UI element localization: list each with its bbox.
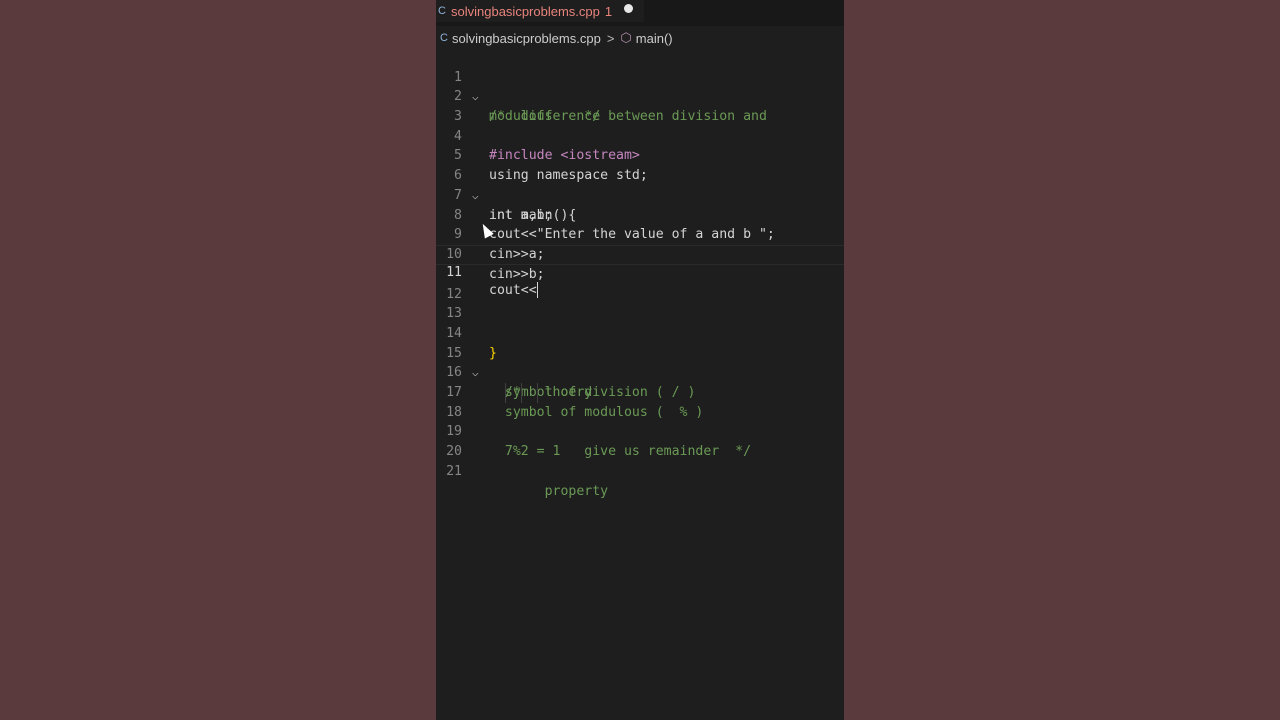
breadcrumb-symbol[interactable]: main() <box>636 31 673 46</box>
breadcrumb-separator: > <box>606 30 615 46</box>
code-line[interactable]: 5 using namespace std; <box>436 127 844 183</box>
code-line[interactable]: 1 ⌵ /* difference between division and <box>436 48 844 124</box>
code-line[interactable]: 20 <box>436 422 844 459</box>
breadcrumb: C solvingbasicproblems.cpp > ⬡ main() <box>436 28 844 48</box>
code-line[interactable]: 6 ⌵ int main(){ <box>436 146 844 222</box>
code-line[interactable]: 13 <box>436 285 844 321</box>
code-line[interactable]: 12 <box>436 265 844 302</box>
tab-solvingbasicproblems[interactable]: C solvingbasicproblems.cpp 1 <box>436 0 644 22</box>
code-line[interactable]: 7 int a,b; <box>436 166 844 223</box>
line-number: 21 <box>446 463 462 479</box>
cpp-file-icon: C <box>440 32 448 44</box>
code-line[interactable]: 10 cin>>b; <box>436 225 844 282</box>
breadcrumb-file[interactable]: solvingbasicproblems.cpp <box>452 31 601 46</box>
tab-label: solvingbasicproblems.cpp <box>451 3 600 19</box>
indent-guide <box>537 383 538 403</box>
code-area[interactable]: 1 ⌵ /* difference between division and 2… <box>436 48 844 499</box>
code-line[interactable]: 17 symbol of modulous ( % ) <box>436 363 844 420</box>
code-line[interactable]: 2 modulous */ <box>436 68 844 124</box>
code-line[interactable]: 18 property <box>436 383 844 499</box>
code-line[interactable]: 8 cout<<"Enter the value of a and b "; <box>436 186 844 243</box>
unsaved-dot-icon[interactable] <box>624 4 633 13</box>
code-line[interactable]: 15 ⌵ /* thoery <box>436 324 844 400</box>
code-text: property <box>489 483 609 499</box>
code-editor[interactable]: C solvingbasicproblems.cpp 1 C solvingba… <box>436 0 844 720</box>
code-line-current[interactable]: 11 cout<< <box>436 244 844 298</box>
problem-count-badge: 1 <box>604 3 613 19</box>
code-line[interactable]: 4 #include <iostream> <box>436 107 844 164</box>
code-line[interactable]: 21 <box>436 442 844 479</box>
code-line[interactable]: 16 symbol of division ( / ) <box>436 344 844 400</box>
indent-guide <box>521 383 522 403</box>
code-line[interactable]: 14 } <box>436 304 844 361</box>
tab-bar: C solvingbasicproblems.cpp 1 <box>436 0 844 26</box>
cpp-file-icon: C <box>438 5 446 17</box>
indent-guide <box>505 383 506 403</box>
code-line[interactable]: 9 cin>>a; <box>436 206 844 262</box>
code-line[interactable]: 19 7%2 = 1 give us remainder */ <box>436 403 844 459</box>
method-symbol-icon: ⬡ <box>620 30 632 45</box>
code-line[interactable]: 3 <box>436 87 844 124</box>
